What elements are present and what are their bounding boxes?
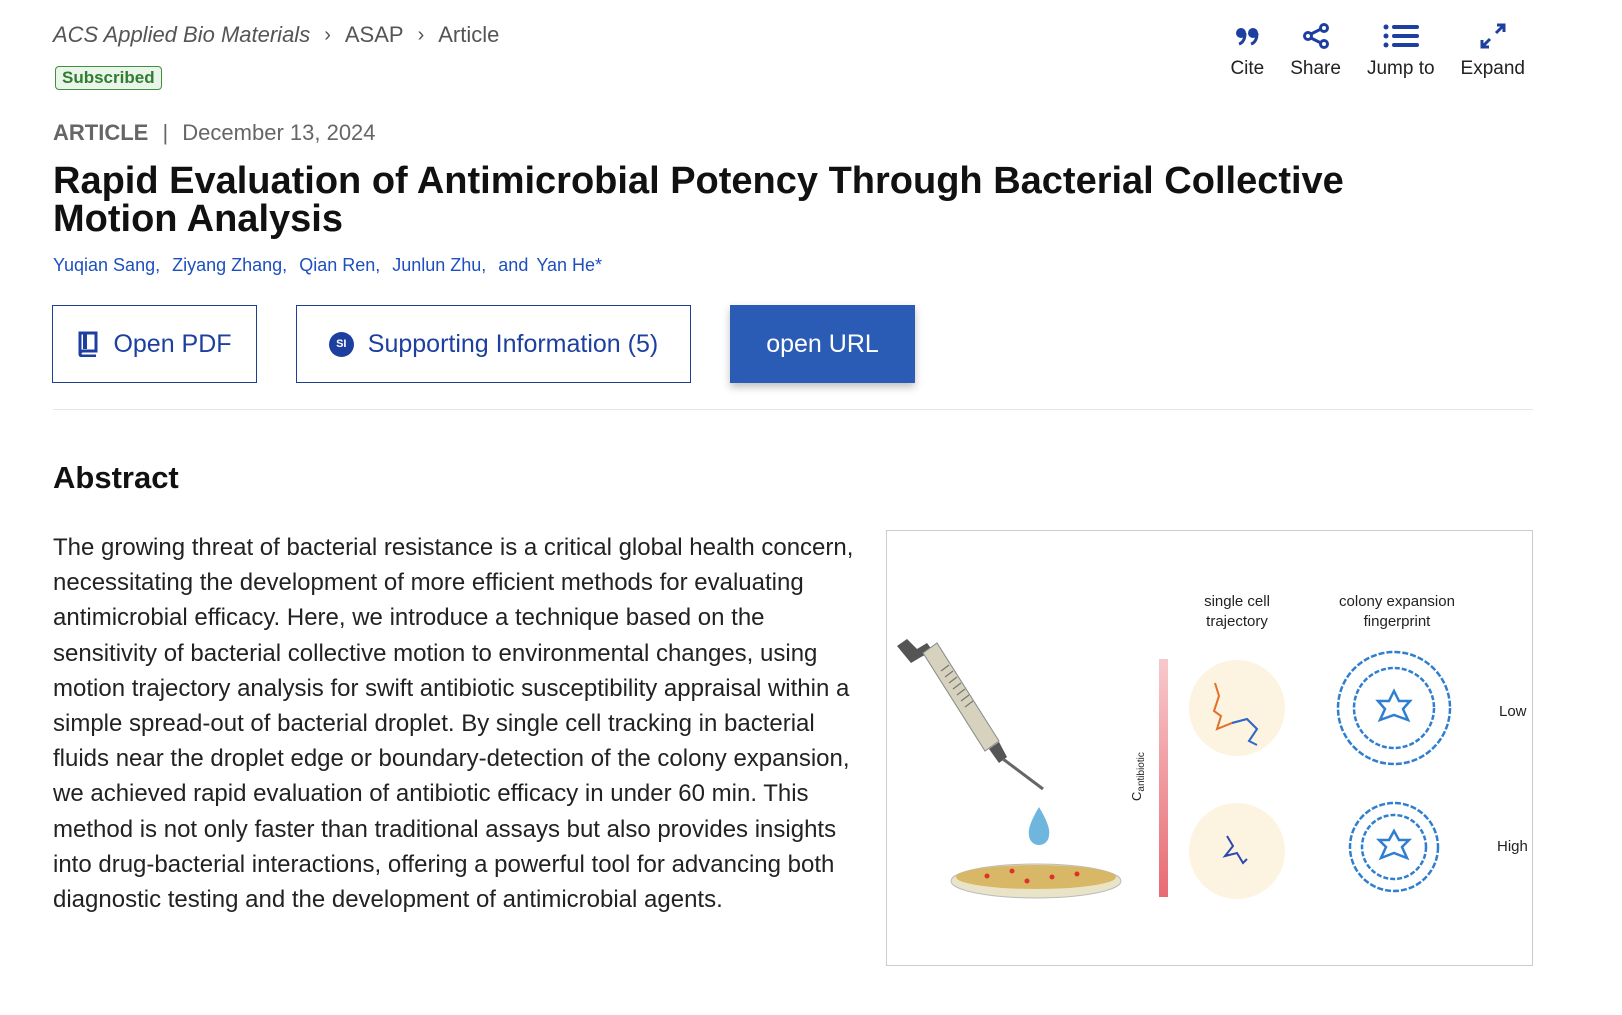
- column-label-colony: colony expansion: [1339, 593, 1455, 610]
- jump-to-label: Jump to: [1366, 58, 1435, 79]
- cite-label: Cite: [1230, 58, 1265, 79]
- chevron-right-icon: ›: [324, 23, 331, 46]
- breadcrumb-section[interactable]: ASAP: [345, 22, 404, 48]
- list-icon: [1383, 24, 1419, 48]
- abstract-text: The growing threat of bacterial resistan…: [53, 534, 854, 914]
- author-list: Yuqian Sang, Ziyang Zhang, Qian Ren, Jun…: [53, 255, 602, 276]
- expand-icon: [1480, 23, 1506, 49]
- open-url-button[interactable]: open URL: [730, 305, 915, 383]
- article-meta: ARTICLE | December 13, 2024: [53, 120, 376, 146]
- breadcrumb-page: Article: [438, 22, 500, 47]
- chevron-right-icon: ›: [417, 23, 425, 46]
- colony-fingerprint-high: [1348, 801, 1440, 893]
- abstract-graphic[interactable]: Cantibiotic single cell trajectory colon…: [886, 530, 1533, 966]
- petri-dish: [950, 863, 1122, 899]
- author-link[interactable]: Yan He*: [536, 255, 602, 276]
- article-type: ARTICLE: [53, 120, 149, 145]
- author-conjunction: and: [498, 255, 529, 275]
- pipette-illustration: [897, 639, 1044, 791]
- droplet: [1028, 807, 1050, 845]
- publish-date: December 13, 2024: [182, 120, 376, 145]
- meta-separator: |: [162, 120, 169, 145]
- pdf-book-icon: [78, 331, 98, 357]
- colony-fingerprint-low: [1336, 650, 1452, 766]
- author-link[interactable]: Qian Ren,: [299, 255, 380, 276]
- quote-icon: [1236, 28, 1259, 46]
- jump-to-button[interactable]: Jump to: [1367, 22, 1435, 80]
- author-link[interactable]: Yuqian Sang,: [53, 255, 160, 276]
- open-pdf-label: Open PDF: [113, 329, 232, 358]
- author-link[interactable]: Ziyang Zhang,: [172, 255, 287, 276]
- expand-label: Expand: [1460, 58, 1525, 79]
- open-pdf-button[interactable]: Open PDF: [52, 305, 257, 383]
- trajectory-low: [1189, 660, 1285, 756]
- share-label: Share: [1290, 58, 1341, 79]
- supporting-information-label: Supporting Information (5): [367, 329, 659, 358]
- divider: [53, 409, 1533, 410]
- low-label: Low: [1499, 703, 1527, 720]
- concentration-gradient-bar: [1159, 659, 1168, 897]
- open-url-label: open URL: [766, 329, 879, 358]
- share-button[interactable]: Share: [1290, 22, 1341, 80]
- subscribed-badge: Subscribed: [55, 66, 162, 90]
- article-title: Rapid Evaluation of Antimicrobial Potenc…: [53, 160, 1344, 240]
- breadcrumb-journal[interactable]: ACS Applied Bio Materials: [53, 22, 310, 48]
- article-actions: Cite Share Jump to Expand: [1230, 22, 1525, 80]
- high-label: High: [1497, 838, 1528, 855]
- abstract-heading: Abstract: [53, 460, 179, 495]
- expand-button[interactable]: Expand: [1461, 22, 1525, 80]
- column-label-trajectory: trajectory: [1206, 613, 1268, 630]
- si-icon: SI: [328, 331, 354, 357]
- breadcrumb: ACS Applied Bio Materials › ASAP › Artic…: [53, 22, 499, 48]
- column-label-single-cell: single cell: [1204, 593, 1270, 610]
- cite-button[interactable]: Cite: [1230, 22, 1264, 80]
- concentration-axis-label: Cantibiotic: [1129, 752, 1147, 801]
- share-icon: [1302, 23, 1329, 49]
- supporting-information-button[interactable]: SI Supporting Information (5): [296, 305, 691, 383]
- trajectory-high: [1189, 803, 1285, 899]
- column-label-fingerprint: fingerprint: [1364, 613, 1432, 630]
- author-link[interactable]: Junlun Zhu,: [392, 255, 486, 276]
